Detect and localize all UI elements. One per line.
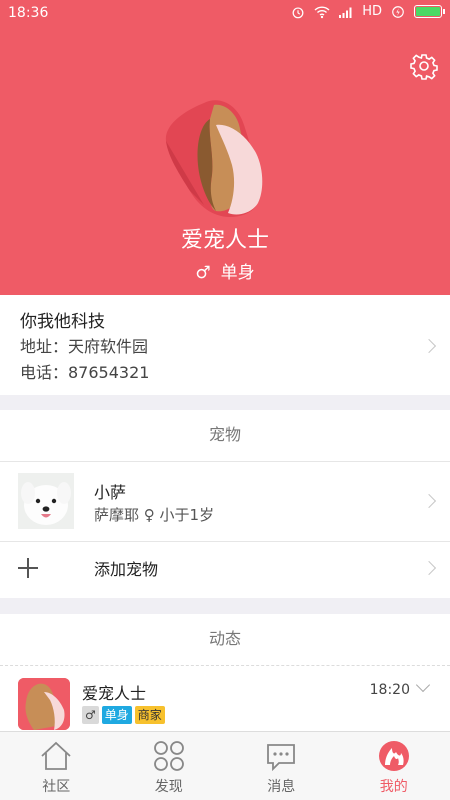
message-bubble-icon — [267, 744, 296, 772]
settings-gear-icon[interactable] — [410, 52, 438, 80]
tab-discover[interactable]: 发现 — [113, 732, 226, 800]
pet-list-item[interactable]: 小萨 萨摩耶 ♀ 小于1岁 — [0, 462, 450, 542]
add-pet-label: 添加宠物 — [94, 560, 159, 579]
company-phone: 电话：87654321 — [20, 363, 150, 382]
feed-item[interactable]: 爱宠人士 ♂ 单身 商家 18:20 — [0, 666, 450, 736]
gender-tag: ♂ — [82, 706, 99, 724]
chevron-down-icon[interactable] — [415, 677, 431, 693]
status-icons: HD — [290, 4, 445, 19]
tab-label: 发现 — [154, 779, 183, 795]
profile-name: 爱宠人士 — [180, 228, 269, 253]
relationship-tag: 单身 — [101, 706, 132, 724]
feed-section: 动态 爱宠人士 ♂ 单身 商家 18:20 — [0, 614, 450, 731]
discover-grid-icon — [153, 741, 184, 771]
pets-section-title: 宠物 — [0, 410, 450, 462]
wifi-icon — [314, 5, 330, 18]
bottom-tab-bar: 社区 发现 消息 我的 — [0, 731, 450, 800]
pet-photo — [18, 473, 74, 529]
tab-messages[interactable]: 消息 — [225, 732, 338, 800]
pets-section: 宠物 小萨 萨摩耶 ♀ 小于1岁 添加宠物 — [0, 410, 450, 598]
alarm-icon — [292, 6, 304, 18]
chevron-right-icon — [421, 493, 437, 509]
pet-info: 萨摩耶 ♀ 小于1岁 — [94, 506, 215, 524]
company-address: 地址：天府软件园 — [20, 337, 149, 356]
tab-community[interactable]: 社区 — [0, 732, 113, 800]
chevron-right-icon — [421, 560, 437, 576]
profile-header: 18:36 HD 爱宠人士 ♂ 单身 — [0, 0, 450, 295]
feed-time: 18:20 — [369, 682, 410, 698]
company-info-row[interactable]: 你我他科技 地址：天府软件园 电话：87654321 — [0, 295, 450, 395]
profile-status: ♂ 单身 — [0, 258, 450, 283]
merchant-tag: 商家 — [134, 706, 165, 724]
tab-mine[interactable]: 我的 — [338, 732, 450, 800]
feed-avatar[interactable] — [18, 678, 70, 730]
relationship-status: 单身 — [220, 263, 255, 283]
male-icon: ♂ — [195, 263, 211, 283]
plus-icon — [18, 558, 38, 578]
add-pet-row[interactable]: 添加宠物 — [0, 542, 450, 594]
feed-section-title: 动态 — [0, 614, 450, 666]
chevron-right-icon — [421, 338, 437, 354]
profile-flame-icon — [378, 741, 409, 771]
status-time: 18:36 — [8, 5, 49, 21]
signal-icon — [339, 7, 352, 18]
battery-icon — [414, 5, 445, 18]
feed-tags: ♂ 单身 商家 — [82, 706, 165, 724]
company-name: 你我他科技 — [20, 312, 105, 332]
profile-avatar[interactable] — [160, 95, 272, 220]
pet-name: 小萨 — [94, 483, 127, 502]
tab-label: 我的 — [379, 779, 408, 795]
status-bar: 18:36 HD — [0, 0, 450, 26]
feed-author-name: 爱宠人士 — [82, 684, 147, 703]
tab-label: 社区 — [42, 779, 71, 795]
home-icon — [41, 741, 71, 770]
charging-icon — [392, 5, 404, 18]
tab-label: 消息 — [267, 779, 296, 795]
network-label: HD — [362, 4, 382, 19]
